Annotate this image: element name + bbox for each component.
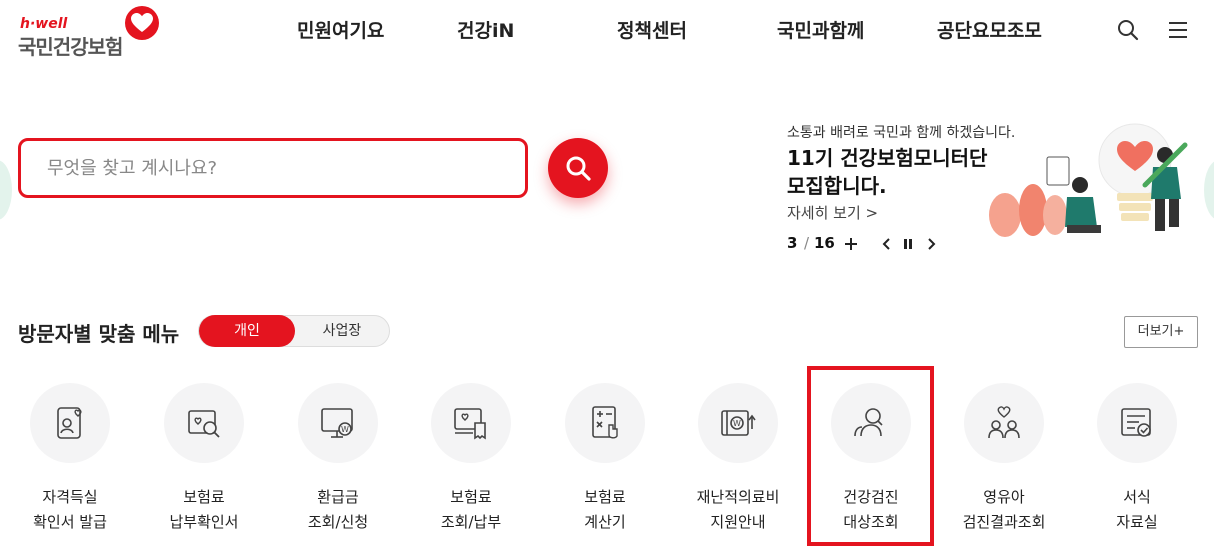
chevron-right-icon[interactable] — [925, 234, 943, 254]
receipt-icon — [431, 383, 511, 463]
quick-menu-label: 영유아 검진결과조회 — [962, 488, 1046, 531]
toggle-individual[interactable]: 개인 — [199, 315, 295, 347]
nav-item-about[interactable]: 공단요모조모 — [937, 16, 1042, 43]
search-box — [18, 138, 528, 198]
pager-current: 3 — [787, 234, 798, 252]
nav-item-health-in[interactable]: 건강iN — [457, 16, 514, 43]
svg-text:W: W — [341, 425, 349, 434]
quick-menu-item[interactable]: 자격득실 확인서 발급 — [3, 383, 137, 543]
quick-menu-label: 서식 자료실 — [1116, 488, 1158, 531]
search-button[interactable] — [548, 138, 608, 198]
banner-subtitle: 소통과 배려로 국민과 함께 하겠습니다. — [787, 125, 1016, 141]
quick-menu-label: 재난적의료비 지원안내 — [696, 488, 780, 531]
logo-heart-icon — [125, 6, 159, 40]
pause-icon[interactable] — [901, 234, 919, 254]
logo-text: 국민건강보험 — [18, 35, 123, 59]
quick-menu-item[interactable]: W 재난적의료비 지원안내 — [671, 383, 805, 543]
banner-detail-link[interactable]: 자세히 보기 > — [787, 202, 878, 223]
quick-menu-item[interactable]: 영유아 검진결과조회 — [937, 383, 1071, 543]
plus-icon[interactable] — [843, 234, 861, 254]
quick-menu-item[interactable]: 보험료 조회/납부 — [404, 383, 538, 543]
visitor-menu-title: 방문자별 맞춤 메뉴 — [18, 322, 180, 346]
nav-item-policy[interactable]: 정책센터 — [617, 16, 687, 43]
document-search-icon — [164, 383, 244, 463]
search-icon[interactable] — [1116, 18, 1140, 42]
banner-title: 11기 건강보험모니터단 모집합니다. — [787, 146, 988, 198]
chevron-left-icon[interactable] — [879, 234, 897, 254]
banner-illustration — [985, 115, 1200, 240]
left-decoration — [0, 160, 12, 220]
form-document-icon — [1097, 383, 1177, 463]
family-heart-icon — [964, 383, 1044, 463]
highlight-frame — [807, 366, 934, 546]
nav-item-together[interactable]: 국민과함께 — [777, 16, 864, 43]
quick-menu-item[interactable]: W 환급금 조회/신청 — [271, 383, 405, 543]
more-button[interactable]: 더보기+ — [1124, 316, 1198, 348]
logo[interactable]: h·well 국민건강보험 — [18, 6, 168, 59]
quick-menu-label: 보험료 계산기 — [584, 488, 626, 531]
pager-total: 16 — [814, 234, 835, 252]
quick-menu-label: 보험료 조회/납부 — [440, 488, 502, 531]
logo-tagline: h·well — [20, 16, 68, 32]
nav-item-civil[interactable]: 민원여기요 — [297, 16, 384, 43]
quick-menu-item[interactable]: 보험료 계산기 — [538, 383, 672, 543]
search-input[interactable] — [47, 153, 507, 183]
quick-menu-item[interactable]: 보험료 납부확인서 — [137, 383, 271, 543]
quick-menu-label: 보험료 납부확인서 — [169, 488, 239, 531]
toggle-business[interactable]: 사업장 — [295, 316, 389, 346]
right-decoration — [1204, 160, 1214, 220]
hamburger-menu-icon[interactable] — [1166, 18, 1190, 42]
id-card-icon — [30, 383, 110, 463]
pager-separator: / — [804, 234, 810, 252]
quick-menu-label: 자격득실 확인서 발급 — [33, 488, 107, 531]
search-icon — [566, 156, 591, 181]
won-support-icon: W — [698, 383, 778, 463]
calculator-icon — [565, 383, 645, 463]
visitor-type-toggle: 개인 사업장 — [198, 315, 390, 347]
monitor-won-icon: W — [298, 383, 378, 463]
quick-menu-label: 환급금 조회/신청 — [307, 488, 369, 531]
svg-text:W: W — [733, 419, 741, 428]
quick-menu-item[interactable]: 서식 자료실 — [1070, 383, 1204, 543]
